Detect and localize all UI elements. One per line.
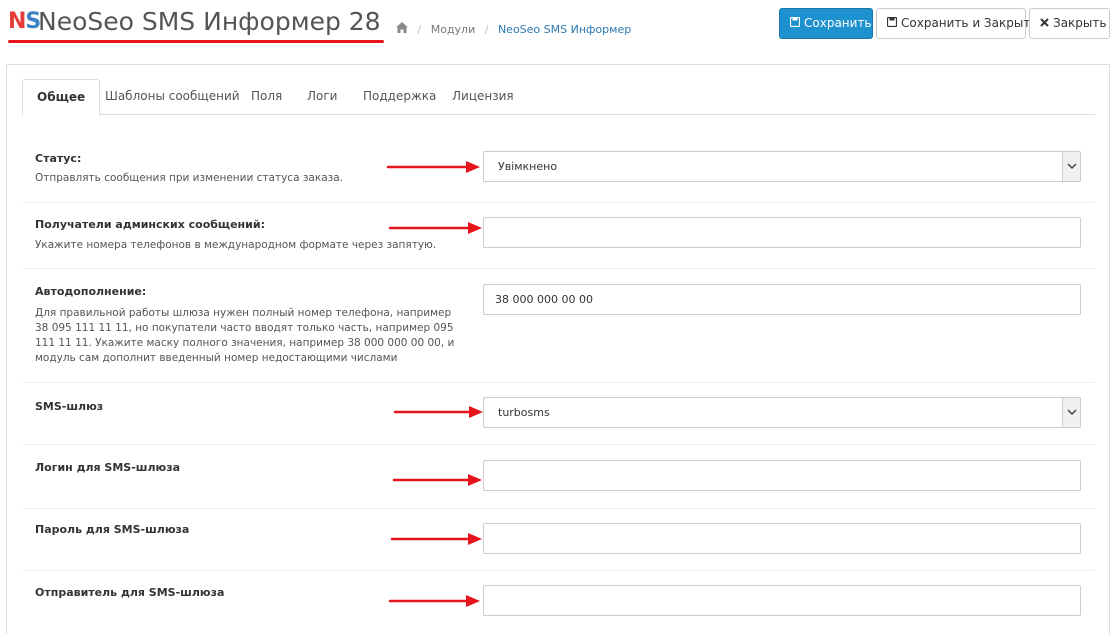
password-row: Пароль для SMS-шлюза (22, 509, 1095, 571)
save-button[interactable]: Сохранить (779, 8, 873, 39)
gateway-label: SMS-шлюз (35, 400, 104, 413)
autocomplete-help: Для правильной работы шлюза нужен полный… (35, 307, 455, 364)
sender-input[interactable] (483, 585, 1081, 616)
tab-message-templates[interactable]: Шаблоны сообщений (91, 79, 254, 115)
password-label: Пароль для SMS-шлюза (35, 523, 190, 536)
tab-license[interactable]: Лицензия (438, 79, 528, 115)
breadcrumb-current[interactable]: NeoSeo SMS Информер (498, 23, 631, 36)
annotation-arrow-gateway (393, 406, 483, 418)
annotation-arrow-admin-recipients (388, 222, 482, 234)
home-icon[interactable] (396, 22, 408, 38)
annotation-arrow-status (386, 161, 480, 173)
chevron-down-icon (1062, 398, 1080, 427)
gateway-row: SMS-шлюз turbosms (22, 383, 1095, 445)
login-input[interactable] (483, 460, 1081, 491)
tab-logs[interactable]: Логи (293, 79, 351, 115)
sender-row: Отправитель для SMS-шлюза (22, 571, 1095, 635)
neoseo-logo: NS (8, 9, 41, 34)
chevron-down-icon (1062, 152, 1080, 181)
tab-bar: Общее Шаблоны сообщений Поля Логи Поддер… (22, 79, 1095, 116)
page-title: NeoSeo SMS Информер 28 (38, 7, 381, 36)
sender-label: Отправитель для SMS-шлюза (35, 586, 225, 599)
tab-fields[interactable]: Поля (237, 79, 296, 115)
tab-support[interactable]: Поддержка (349, 79, 450, 115)
admin-recipients-row: Получатели админских сообщений: Укажите … (22, 203, 1095, 269)
gateway-select[interactable]: turbosms (483, 397, 1081, 428)
breadcrumb: / Модули / NeoSeo SMS Информер (396, 22, 631, 38)
annotation-arrow-sender (388, 595, 480, 607)
autocomplete-input[interactable]: 38 000 000 00 00 (483, 284, 1081, 315)
password-input[interactable] (483, 523, 1081, 554)
close-button[interactable]: Закрыть (1029, 8, 1110, 39)
admin-recipients-help: Укажите номера телефонов в международном… (35, 239, 437, 251)
save-and-close-button[interactable]: Сохранить и Закрыть (876, 8, 1037, 39)
admin-recipients-label: Получатели админских сообщений: (35, 218, 265, 231)
floppy-icon (886, 9, 898, 38)
admin-recipients-input[interactable] (483, 217, 1081, 248)
tab-general[interactable]: Общее (22, 79, 101, 116)
login-label: Логин для SMS-шлюза (35, 461, 181, 474)
annotation-arrow-password (390, 533, 482, 545)
floppy-icon (789, 9, 801, 38)
close-icon (1040, 9, 1049, 38)
login-row: Логин для SMS-шлюза (22, 445, 1095, 509)
autocomplete-label: Автодополнение: (35, 285, 147, 298)
settings-panel: Общее Шаблоны сообщений Поля Логи Поддер… (6, 64, 1110, 634)
status-row: Статус: Отправлять сообщения при изменен… (22, 139, 1095, 203)
page-header: NS NeoSeo SMS Информер 28 / Модули / Neo… (0, 0, 1116, 64)
title-annotation-underline (8, 40, 384, 43)
status-select[interactable]: Увімкнено (483, 151, 1081, 182)
breadcrumb-modules[interactable]: Модули (431, 23, 476, 36)
annotation-arrow-login (392, 474, 482, 486)
autocomplete-row: Автодополнение: Для правильной работы шл… (22, 269, 1095, 383)
status-label: Статус: (35, 152, 82, 165)
